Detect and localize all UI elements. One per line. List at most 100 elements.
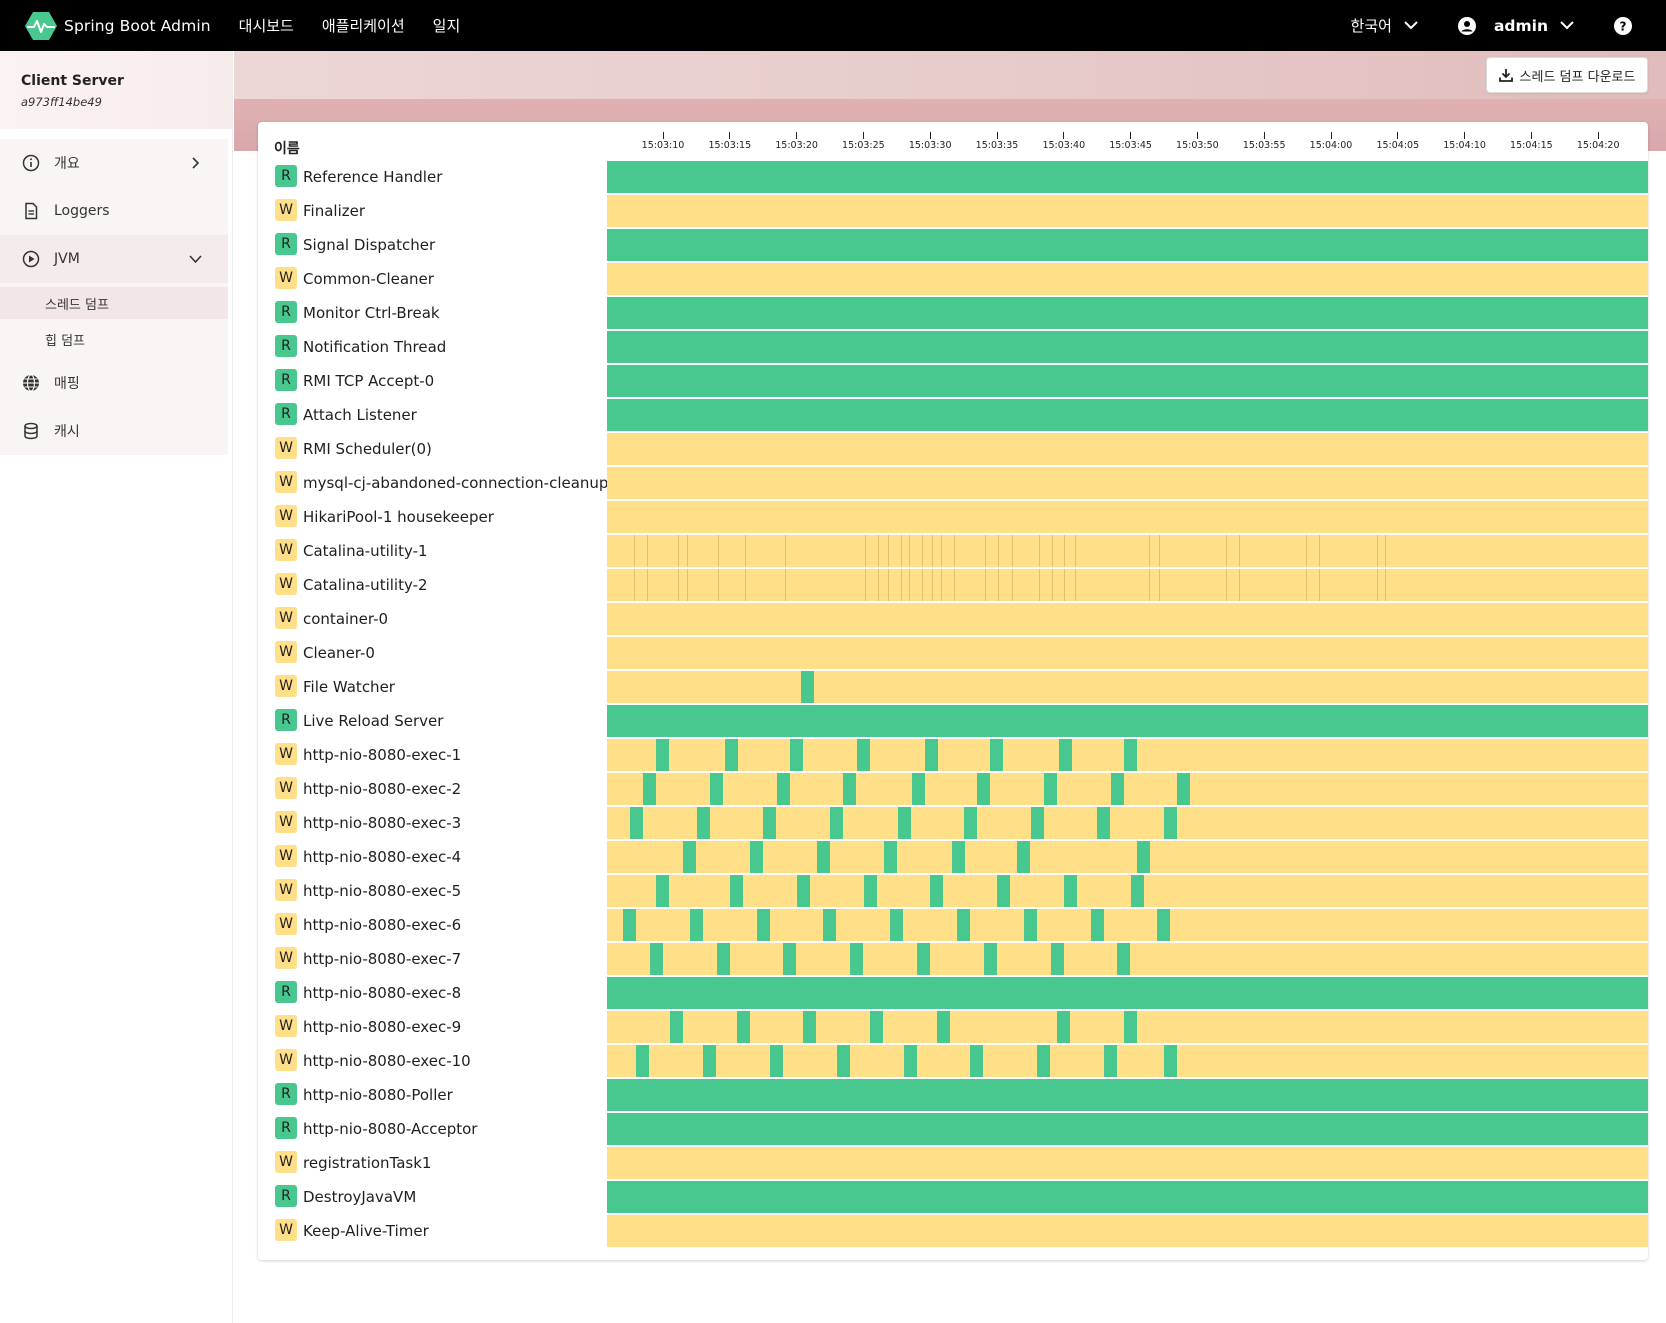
sidebar-subitem-heap-dump[interactable]: 힙 덤프 <box>0 323 228 355</box>
sidebar-item-overview[interactable]: 개요 <box>0 139 228 187</box>
thread-runnable-segment <box>857 739 870 771</box>
thread-state-badge: R <box>275 709 297 731</box>
sidebar-item-jvm[interactable]: JVM <box>0 235 228 283</box>
thread-timeline-track <box>607 773 1648 805</box>
thread-row[interactable]: R DestroyJavaVM <box>258 1180 1648 1214</box>
thread-runnable-segment <box>663 977 676 1009</box>
thread-row[interactable]: R Notification Thread <box>258 330 1648 364</box>
user-circle-icon <box>1457 16 1476 35</box>
thread-name: RMI TCP Accept-0 <box>303 372 435 390</box>
thread-state-change-marker <box>954 535 955 567</box>
play-circle-icon <box>22 250 40 268</box>
thread-name: Keep-Alive-Timer <box>303 1222 429 1240</box>
thread-state-change-marker <box>922 569 923 601</box>
sidebar-item-caches[interactable]: 캐시 <box>0 407 228 455</box>
thread-row[interactable]: Whttp-nio-8080-exec-3 <box>258 806 1648 840</box>
thread-runnable-segment <box>930 875 943 907</box>
thread-state-change-marker <box>1319 535 1320 567</box>
thread-timeline-track <box>607 909 1648 941</box>
thread-state-change-marker <box>1377 569 1378 601</box>
thread-row[interactable]: R Live Reload Server <box>258 704 1648 738</box>
thread-runnable-segment <box>817 841 830 873</box>
thread-row[interactable]: Whttp-nio-8080-exec-7 <box>258 942 1648 976</box>
thread-row[interactable]: Rhttp-nio-8080-Poller <box>258 1078 1648 1112</box>
thread-state-change-marker <box>888 535 889 567</box>
thread-runnable-segment <box>630 807 643 839</box>
thread-row[interactable]: WregistrationTask1 <box>258 1146 1648 1180</box>
thread-row[interactable]: Whttp-nio-8080-exec-9 <box>258 1010 1648 1044</box>
thread-timeline-track <box>607 1181 1648 1213</box>
thread-state-change-marker <box>941 535 942 567</box>
thread-name: HikariPool-1 housekeeper <box>303 508 494 526</box>
thread-row[interactable]: Whttp-nio-8080-exec-1 <box>258 738 1648 772</box>
thread-timeline-track <box>607 671 1648 703</box>
thread-row[interactable]: W File Watcher <box>258 670 1648 704</box>
thread-row[interactable]: W Cleaner-0 <box>258 636 1648 670</box>
thread-row[interactable]: Rhttp-nio-8080-Acceptor <box>258 1112 1648 1146</box>
nav-applications-link[interactable]: 애플리케이션 <box>322 15 405 36</box>
sidebar-item-label: JVM <box>54 251 80 267</box>
thread-timeline-track <box>607 365 1648 397</box>
thread-row[interactable]: W Common-Cleaner <box>258 262 1648 296</box>
thread-runnable-segment <box>990 739 1003 771</box>
download-thread-dump-button[interactable]: 스레드 덤프 다운로드 <box>1486 57 1648 93</box>
nav-journal-link[interactable]: 일지 <box>433 15 461 36</box>
thread-row[interactable]: R Monitor Ctrl-Break <box>258 296 1648 330</box>
thread-row[interactable]: Wcontainer-0 <box>258 602 1648 636</box>
time-tick: 15:04 <box>1635 132 1648 151</box>
thread-row[interactable]: R Reference Handler <box>258 160 1648 194</box>
thread-row[interactable]: Whttp-nio-8080-exec-10 <box>258 1044 1648 1078</box>
thread-runnable-segment <box>1044 773 1057 805</box>
application-name: Client Server <box>21 73 124 89</box>
thread-runnable-segment <box>656 875 669 907</box>
thread-name: File Watcher <box>303 678 395 696</box>
thread-row[interactable]: W Keep-Alive-Timer <box>258 1214 1648 1248</box>
thread-row[interactable]: Whttp-nio-8080-exec-5 <box>258 874 1648 908</box>
thread-timeline-track <box>607 195 1648 227</box>
thread-row[interactable]: Whttp-nio-8080-exec-2 <box>258 772 1648 806</box>
thread-timeline-track <box>607 569 1648 601</box>
thread-state-change-marker <box>785 569 786 601</box>
thread-state-badge: R <box>275 335 297 357</box>
thread-state-change-marker <box>878 535 879 567</box>
thread-row[interactable]: Rhttp-nio-8080-exec-8 <box>258 976 1648 1010</box>
help-icon[interactable]: ? <box>1614 16 1632 35</box>
thread-row[interactable]: R Attach Listener <box>258 398 1648 432</box>
thread-row[interactable]: W Catalina-utility-2 <box>258 568 1648 602</box>
brand-link[interactable]: Spring Boot Admin <box>24 0 211 51</box>
thread-row[interactable]: W RMI Scheduler(0) <box>258 432 1648 466</box>
thread-row[interactable]: Whttp-nio-8080-exec-6 <box>258 908 1648 942</box>
thread-state-change-marker <box>718 535 719 567</box>
sidebar-item-mappings[interactable]: 매핑 <box>0 359 228 407</box>
thread-name: http-nio-8080-exec-9 <box>303 1018 462 1036</box>
sidebar-item-loggers[interactable]: Loggers <box>0 187 228 235</box>
thread-state-change-marker <box>1385 569 1386 601</box>
user-menu[interactable]: admin <box>1457 16 1574 35</box>
thread-row[interactable]: W Finalizer <box>258 194 1648 228</box>
thread-runnable-segment <box>670 1011 683 1043</box>
language-selector[interactable]: 한국어 <box>1351 15 1418 36</box>
thread-name: http-nio-8080-exec-5 <box>303 882 462 900</box>
thread-state-change-marker <box>1052 535 1053 567</box>
thread-runnable-segment <box>1051 943 1064 975</box>
thread-timeline-track <box>607 603 1648 635</box>
thread-state-change-marker <box>941 569 942 601</box>
thread-row[interactable]: Whttp-nio-8080-exec-4 <box>258 840 1648 874</box>
thread-name: http-nio-8080-exec-3 <box>303 814 462 832</box>
thread-row[interactable]: W Catalina-utility-1 <box>258 534 1648 568</box>
thread-row[interactable]: Wmysql-cj-abandoned-connection-cleanup <box>258 466 1648 500</box>
language-label: 한국어 <box>1350 17 1392 35</box>
thread-runnable-segment <box>623 909 636 941</box>
thread-row[interactable]: W HikariPool-1 housekeeper <box>258 500 1648 534</box>
thread-row[interactable]: R RMI TCP Accept-0 <box>258 364 1648 398</box>
thread-row[interactable]: R Signal Dispatcher <box>258 228 1648 262</box>
chevron-down-icon <box>1560 21 1574 30</box>
thread-state-badge: W <box>275 437 297 459</box>
sidebar-subitem-thread-dump[interactable]: 스레드 덤프 <box>0 287 228 319</box>
thread-name: http-nio-8080-exec-8 <box>303 984 462 1002</box>
thread-timeline-track <box>607 1113 1648 1145</box>
thread-state-segment <box>607 467 1648 499</box>
thread-state-segment <box>607 875 1648 907</box>
thread-state-change-marker <box>785 535 786 567</box>
nav-dashboard-link[interactable]: 대시보드 <box>239 15 294 36</box>
